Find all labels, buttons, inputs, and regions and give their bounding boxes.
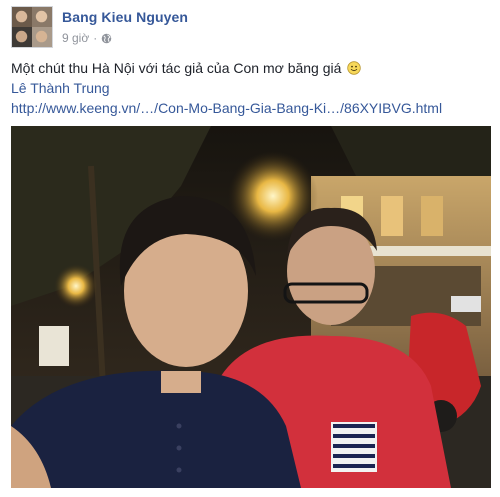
smiley-emoji-icon: [347, 61, 362, 75]
author-name[interactable]: Bang Kieu Nguyen: [62, 9, 188, 25]
post-meta: 9 giờ ·: [62, 31, 112, 45]
post-message-line: Một chút thu Hà Nội với tác giả của Con …: [11, 58, 491, 78]
avatar-image: [12, 7, 52, 47]
selfie-photo: [11, 126, 491, 488]
shared-link[interactable]: http://www.keeng.vn/…/Con-Mo-Bang-Gia-Ba…: [11, 98, 491, 118]
post-header: Bang Kieu Nguyen 9 giờ ·: [11, 6, 491, 50]
globe-icon[interactable]: [101, 33, 112, 44]
avatar[interactable]: [11, 6, 53, 48]
tagged-person-link[interactable]: Lê Thành Trung: [11, 78, 491, 98]
post-timestamp[interactable]: 9 giờ: [62, 31, 89, 45]
meta-separator: ·: [93, 31, 98, 45]
post-message: Một chút thu Hà Nội với tác giả của Con …: [11, 60, 342, 76]
post-body: Một chút thu Hà Nội với tác giả của Con …: [11, 58, 491, 118]
post-photo[interactable]: [11, 126, 491, 488]
